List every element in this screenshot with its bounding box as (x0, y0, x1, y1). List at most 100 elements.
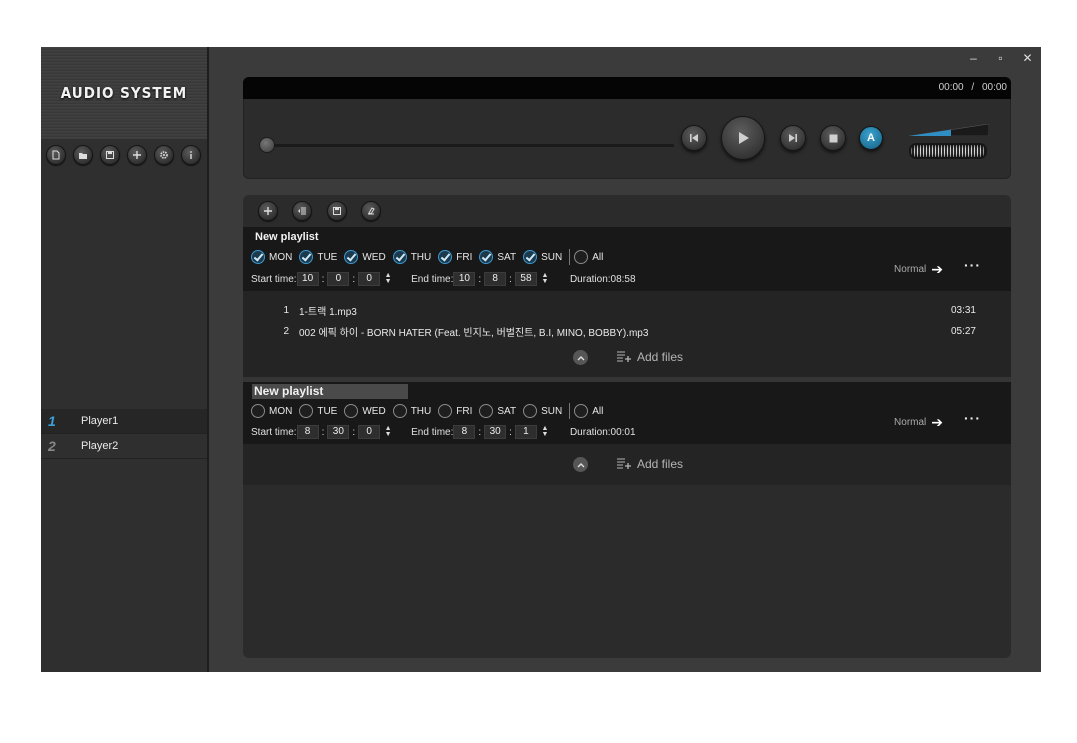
play-mode-selector[interactable]: Normal ➔ (894, 414, 943, 431)
end-hour-field[interactable]: 10 (453, 272, 476, 286)
day-sat-checkbox[interactable]: SAT (479, 404, 516, 418)
chevron-up-icon (577, 355, 584, 360)
add-files-button[interactable]: Add files (616, 457, 683, 471)
day-label: THU (410, 405, 432, 417)
app-logo: AUDIO SYSTEM (60, 84, 188, 102)
day-thu-checkbox[interactable]: THU (392, 404, 432, 418)
open-button[interactable] (73, 145, 93, 165)
end-time-spinner[interactable]: ▲ ▼ (540, 272, 550, 286)
current-time: 00:00 (938, 82, 964, 93)
day-mon-checkbox[interactable]: MON (251, 404, 292, 418)
day-thu-checkbox[interactable]: THU (392, 250, 431, 264)
start-hour-field[interactable]: 10 (296, 272, 319, 286)
add-files-label: Add files (637, 457, 684, 471)
skip-next-icon (789, 134, 797, 142)
track-row[interactable]: 2 002 에픽 하이 - BORN HATER (Feat. 빈지노, 버벌진… (243, 321, 1011, 342)
add-files-row: Add files (243, 449, 1011, 479)
clear-icon (368, 207, 375, 215)
day-label: MON (269, 251, 293, 263)
save-playlist-button[interactable] (327, 201, 347, 221)
auto-mode-button[interactable]: A (859, 126, 883, 150)
info-button[interactable] (181, 145, 201, 165)
track-row[interactable]: 1 1-트랙 1.mp3 03:31 (243, 300, 1011, 321)
day-fri-checkbox[interactable]: FRI (438, 404, 472, 418)
window-controls: ‒ ▫ ✕ (960, 49, 1041, 67)
info-icon (190, 151, 192, 159)
day-tue-checkbox[interactable]: TUE (299, 250, 337, 264)
add-files-icon (617, 351, 631, 362)
end-second-field[interactable]: 1 (514, 425, 537, 439)
day-sun-checkbox[interactable]: SUN (523, 404, 562, 418)
day-tue-checkbox[interactable]: TUE (299, 404, 337, 418)
clear-playlist-button[interactable] (361, 201, 381, 221)
start-hour-field[interactable]: 8 (296, 425, 319, 439)
volume-level-indicator (909, 124, 989, 136)
day-fri-checkbox[interactable]: FRI (438, 250, 472, 264)
open-folder-icon (79, 153, 87, 159)
day-label: SUN (541, 251, 563, 263)
chevron-up-icon (577, 462, 584, 467)
day-sun-checkbox[interactable]: SUN (523, 250, 562, 264)
day-wed-checkbox[interactable]: WED (344, 250, 386, 264)
close-button[interactable]: ✕ (1014, 49, 1041, 67)
stop-button[interactable] (820, 125, 846, 151)
day-wed-checkbox[interactable]: WED (344, 404, 386, 418)
start-minute-field[interactable]: 30 (327, 425, 350, 439)
end-time-spinner[interactable]: ▲ ▼ (540, 425, 550, 439)
end-minute-field[interactable]: 8 (484, 272, 507, 286)
schedule-time-row: Start time: 10 : 0 : 0 ▲ ▼ End time: 10 :… (251, 269, 636, 289)
end-second-field[interactable]: 58 (514, 272, 537, 286)
playlist-title[interactable]: New playlist (255, 231, 319, 243)
playlist-title-field[interactable]: New playlist (252, 384, 408, 399)
seek-bar[interactable] (263, 144, 674, 147)
add-icon (133, 151, 141, 159)
checkbox-icon (574, 404, 589, 418)
save-button[interactable] (100, 145, 120, 165)
checkbox-icon (299, 250, 314, 264)
new-file-button[interactable] (46, 145, 66, 165)
add-playlist-button[interactable] (258, 201, 278, 221)
add-icon (264, 207, 272, 215)
settings-button[interactable] (154, 145, 174, 165)
player-item-2[interactable]: 2 Player2 (41, 434, 207, 459)
day-label: All (592, 251, 604, 263)
day-label: SAT (497, 251, 517, 263)
day-all-checkbox[interactable]: All (574, 404, 603, 418)
play-button[interactable] (721, 116, 765, 160)
remove-playlist-button[interactable] (292, 201, 312, 221)
track-title: 1-트랙 1.mp3 (299, 307, 357, 318)
end-hour-field[interactable]: 8 (453, 425, 476, 439)
start-second-field[interactable]: 0 (358, 425, 381, 439)
add-files-button[interactable]: Add files (616, 350, 683, 364)
maximize-button[interactable]: ▫ (987, 49, 1014, 67)
player-item-1[interactable]: 1 Player1 (41, 409, 207, 434)
day-sat-checkbox[interactable]: SAT (479, 250, 516, 264)
seek-handle[interactable] (259, 137, 275, 153)
play-mode-selector[interactable]: Normal ➔ (894, 261, 943, 278)
volume-dial[interactable] (909, 143, 987, 159)
next-button[interactable] (780, 125, 806, 151)
end-minute-field[interactable]: 30 (484, 425, 507, 439)
day-all-checkbox[interactable]: All (574, 250, 603, 264)
track-number: 1 (283, 305, 289, 316)
previous-button[interactable] (681, 125, 707, 151)
add-button[interactable] (127, 145, 147, 165)
collapse-button[interactable] (573, 350, 588, 365)
day-mon-checkbox[interactable]: MON (251, 250, 292, 264)
time-colon: : (478, 426, 482, 438)
remove-list-icon (298, 207, 306, 215)
day-label: MON (269, 405, 293, 417)
playlist-toolbar (243, 195, 1011, 227)
start-time-spinner[interactable]: ▲ ▼ (383, 272, 393, 286)
more-options-button[interactable]: ··· (964, 257, 981, 273)
minimize-button[interactable]: ‒ (960, 49, 987, 67)
start-minute-field[interactable]: 0 (327, 272, 350, 286)
more-options-button[interactable]: ··· (964, 410, 981, 426)
play-icon (739, 132, 749, 144)
track-duration: 05:27 (950, 326, 976, 337)
start-time-label: Start time: (251, 426, 297, 438)
start-second-field[interactable]: 0 (358, 272, 381, 286)
start-time-spinner[interactable]: ▲ ▼ (383, 425, 393, 439)
collapse-button[interactable] (573, 457, 588, 472)
save-icon (333, 207, 341, 215)
